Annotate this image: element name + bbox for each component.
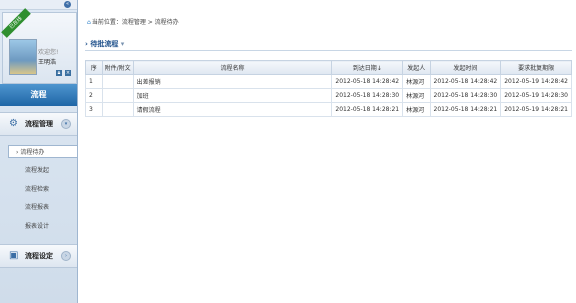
column-header-seq[interactable]: 序 xyxy=(85,60,103,75)
cell-arrive: 2012-05-18 14:28:21 xyxy=(331,102,404,117)
cell-attachment xyxy=(101,88,134,103)
section-process-management[interactable]: ⚙ 流程管理 ▾ xyxy=(0,112,77,136)
section-title: 流程管理 xyxy=(25,120,53,128)
cell-send-time: 2012-05-18 14:28:30 xyxy=(429,88,502,103)
cell-attachment xyxy=(101,102,134,117)
menu-item-report[interactable]: 流程报表 xyxy=(0,201,77,214)
menu-item-pending[interactable]: › 流程待办 xyxy=(8,145,77,158)
menu-item-initiate[interactable]: 流程发起 xyxy=(0,164,77,177)
cell-send-time: 2012-05-18 14:28:21 xyxy=(429,102,502,117)
welcome-text: 欢迎您! xyxy=(38,49,59,56)
cell-deadline: 2012-05-19 14:28:30 xyxy=(500,88,572,103)
section-process-settings[interactable]: ▣ 流程设定 › xyxy=(0,244,77,268)
table-header-row: 序 附件/附文 流程名称 到达日期↓ 发起人 发起时间 要求批复期限 xyxy=(85,60,572,75)
section-title: 流程设定 xyxy=(25,252,53,260)
menu-item-search[interactable]: 流程检索 xyxy=(0,183,77,196)
sidebar-top-bar: « xyxy=(0,0,77,10)
cell-arrive: 2012-05-18 14:28:30 xyxy=(331,88,404,103)
section-title: 待批流程 xyxy=(90,40,119,48)
table-row[interactable]: 1 出差报销 2012-05-18 14:28:42 林源河 2012-05-1… xyxy=(85,74,572,89)
cell-seq: 3 xyxy=(85,102,103,117)
column-header-arrive-date[interactable]: 到达日期↓ xyxy=(331,60,404,75)
cell-deadline: 2012-05-19 14:28:42 xyxy=(500,74,572,89)
lock-icon[interactable]: 🔒︎ xyxy=(56,70,62,76)
cell-seq: 2 xyxy=(85,88,103,103)
cell-send-time: 2012-05-18 14:28:42 xyxy=(429,74,502,89)
column-header-send-time[interactable]: 发起时间 xyxy=(429,60,502,75)
chevron-right-icon[interactable]: › xyxy=(61,251,71,261)
collapse-sidebar-icon[interactable]: « xyxy=(64,1,71,8)
online-ribbon: 已在线 xyxy=(1,8,31,38)
cell-name[interactable]: 请假流程 xyxy=(132,102,333,117)
cell-name[interactable]: 出差报销 xyxy=(132,74,333,89)
cell-initiator: 林源河 xyxy=(402,88,431,103)
sidebar: « 已在线 欢迎您! 王明浩 🔒︎ × 流程 ⚙ 流程管理 ▾ › 流程待办 流… xyxy=(0,0,78,303)
task-table: 序 附件/附文 流程名称 到达日期↓ 发起人 发起时间 要求批复期限 1 出差报… xyxy=(85,60,572,117)
chevron-down-icon[interactable]: ▾ xyxy=(61,119,71,129)
column-header-name[interactable]: 流程名称 xyxy=(132,60,333,75)
cell-deadline: 2012-05-19 14:28:21 xyxy=(500,102,572,117)
username: 王明浩 xyxy=(38,59,57,66)
chevron-down-icon: ▾ xyxy=(120,40,125,48)
settings-icon: ▣ xyxy=(9,250,19,261)
column-header-attachment[interactable]: 附件/附文 xyxy=(101,60,134,75)
cell-attachment xyxy=(101,74,134,89)
table-row[interactable]: 3 请假流程 2012-05-18 14:28:21 林源河 2012-05-1… xyxy=(85,102,572,117)
menu-item-label: 流程待办 xyxy=(20,149,45,156)
table-row[interactable]: 2 加班 2012-05-18 14:28:30 林源河 2012-05-18 … xyxy=(85,88,572,103)
cell-initiator: 林源河 xyxy=(402,102,431,117)
user-profile-panel: 已在线 欢迎您! 王明浩 🔒︎ × xyxy=(1,8,77,84)
cell-initiator: 林源河 xyxy=(402,74,431,89)
logout-icon[interactable]: × xyxy=(65,70,71,76)
column-header-deadline[interactable]: 要求批复期限 xyxy=(500,60,572,75)
breadcrumb: ⌂当前位置：流程管理 > 流程待办 xyxy=(87,17,179,26)
menu-item-report-design[interactable]: 报表设计 xyxy=(0,220,77,233)
chevron-right-icon: › xyxy=(16,149,19,156)
gear-icon: ⚙ xyxy=(9,118,18,129)
section-header[interactable]: › 待批流程 ▾ xyxy=(85,39,124,49)
breadcrumb-text: 当前位置：流程管理 > 流程待办 xyxy=(91,19,179,26)
nav-band-process[interactable]: 流程 xyxy=(0,84,77,106)
main-content: ⌂当前位置：流程管理 > 流程待办 › 待批流程 ▾ 序 附件/附文 流程名称 … xyxy=(78,0,576,303)
section-divider xyxy=(85,50,572,51)
cell-arrive: 2012-05-18 14:28:42 xyxy=(331,74,404,89)
chevron-right-icon: › xyxy=(85,40,88,48)
cell-name[interactable]: 加班 xyxy=(132,88,333,103)
column-header-initiator[interactable]: 发起人 xyxy=(402,60,431,75)
cell-seq: 1 xyxy=(85,74,103,89)
avatar xyxy=(9,39,37,75)
home-icon: ⌂ xyxy=(87,19,91,26)
